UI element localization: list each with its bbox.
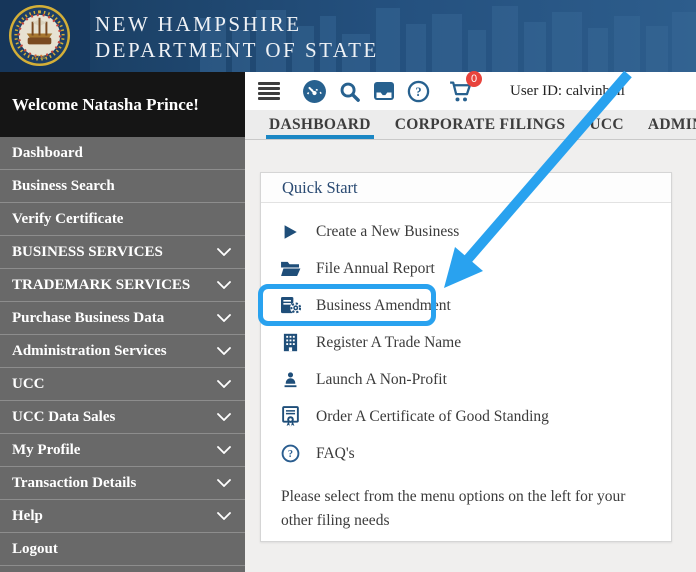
sidebar-item-trademark-services[interactable]: TRADEMARK SERVICES [0,269,245,302]
tab-corporate-filings[interactable]: CORPORATE FILINGS [395,110,566,139]
page: 1776 NEW HAMPSHIRE DEPARTMENT OF STATE W… [0,0,696,572]
chevron-down-icon [217,479,231,487]
sidebar-item-verify-certificate[interactable]: Verify Certificate [0,203,245,236]
person-icon [279,371,301,388]
document-gear-icon [279,296,301,315]
main-area: ? 0 User ID: calvinball DASHBOARD CORPOR… [245,70,696,572]
sidebar-item-business-services[interactable]: BUSINESS SERVICES [0,236,245,269]
site-title-line2: DEPARTMENT OF STATE [95,38,379,62]
quickstart-item-faqs[interactable]: ? FAQ's [261,435,671,472]
welcome-banner: Welcome Natasha Prince! [0,72,245,137]
sidebar-item-dashboard[interactable]: Dashboard [0,137,245,170]
menu-icon[interactable] [258,81,280,101]
sidebar-nav: Dashboard Business Search Verify Certifi… [0,137,245,566]
sidebar: Welcome Natasha Prince! Dashboard Busine… [0,72,245,572]
play-icon [279,223,301,241]
sidebar-item-ucc-data-sales[interactable]: UCC Data Sales [0,401,245,434]
quickstart-item-register-trade-name[interactable]: Register A Trade Name [261,324,671,361]
sidebar-item-help[interactable]: Help [0,500,245,533]
question-circle-icon: ? [279,444,301,463]
quick-start-panel: Quick Start Create a New Business File A… [258,172,672,542]
quick-start-note: Please select from the menu options on t… [281,488,626,530]
certificate-icon [279,406,301,427]
chevron-down-icon [217,446,231,454]
chevron-down-icon [217,347,231,355]
tab-dashboard[interactable]: DASHBOARD [266,110,374,139]
sidebar-item-transaction-details[interactable]: Transaction Details [0,467,245,500]
tab-administration[interactable]: ADMINISTRATION [648,110,696,139]
sidebar-item-purchase-business-data[interactable]: Purchase Business Data [0,302,245,335]
sidebar-item-administration-services[interactable]: Administration Services [0,335,245,368]
cart-icon[interactable]: 0 [447,70,482,104]
quickstart-item-order-certificate[interactable]: Order A Certificate of Good Standing [261,398,671,435]
svg-text:?: ? [415,84,421,98]
sidebar-item-logout[interactable]: Logout [0,533,245,566]
chevron-down-icon [217,512,231,520]
chevron-down-icon [217,413,231,421]
tab-ucc[interactable]: UCC [589,110,623,139]
nh-state-seal: 1776 [8,4,71,67]
quickstart-item-business-amendment[interactable]: Business Amendment [258,284,671,326]
sidebar-item-business-search[interactable]: Business Search [0,170,245,203]
chevron-down-icon [217,314,231,322]
inbox-icon[interactable] [372,79,396,103]
quickstart-item-create-new-business[interactable]: Create a New Business [261,213,671,250]
search-icon[interactable] [338,80,361,103]
toolbar: ? 0 User ID: calvinball [245,70,696,110]
site-header: 1776 NEW HAMPSHIRE DEPARTMENT OF STATE [0,0,696,72]
quickstart-item-file-annual-report[interactable]: File Annual Report [261,250,671,287]
building-icon [279,333,301,352]
quick-start-list: Create a New Business File Annual Report… [258,203,671,533]
quickstart-item-launch-non-profit[interactable]: Launch A Non-Profit [261,361,671,398]
quick-start-title: Quick Start [261,173,671,203]
svg-text:?: ? [287,449,292,460]
sidebar-item-my-profile[interactable]: My Profile [0,434,245,467]
sidebar-item-ucc[interactable]: UCC [0,368,245,401]
seal-year-text: 1776 [34,55,46,61]
site-title-line1: NEW HAMPSHIRE [95,12,302,36]
site-title: NEW HAMPSHIRE DEPARTMENT OF STATE [95,11,379,63]
page-content: Quick Start Create a New Business File A… [245,140,696,572]
tab-bar: DASHBOARD CORPORATE FILINGS UCC ADMINIST… [245,110,696,140]
chevron-down-icon [217,248,231,256]
chevron-down-icon [217,281,231,289]
user-id-label: User ID: calvinball [510,82,625,99]
help-icon[interactable]: ? [407,80,430,103]
cart-count-badge: 0 [466,70,482,87]
chevron-down-icon [217,380,231,388]
folder-open-icon [279,260,301,277]
dashboard-gauge-icon[interactable] [302,79,327,104]
